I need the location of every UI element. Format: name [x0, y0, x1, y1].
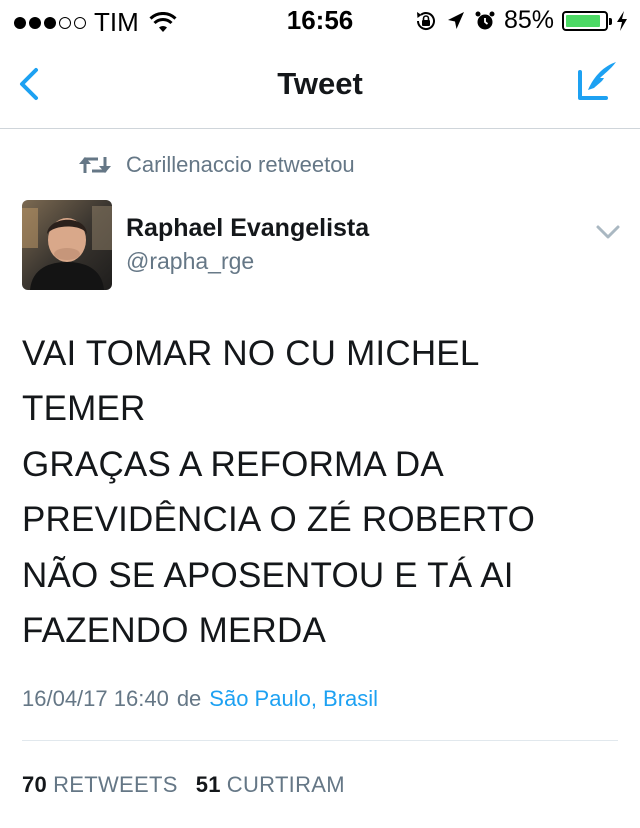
- tweet-line: VAI TOMAR NO CU MICHEL: [22, 334, 480, 373]
- retweet-icon: [79, 157, 111, 173]
- battery-icon: [562, 10, 612, 31]
- tweet-meta: 16/04/17 16:40 de São Paulo, Brasil: [22, 686, 378, 712]
- status-bar: TIM 16:56 85%: [0, 0, 640, 40]
- author-handle[interactable]: @rapha_rge: [126, 248, 254, 275]
- nav-bar: Tweet: [0, 40, 640, 129]
- retweet-context-text: Carillenaccio retweetou: [126, 152, 355, 177]
- battery-percent: 85%: [503, 6, 554, 34]
- author-name[interactable]: Raphael Evangelista: [126, 214, 369, 243]
- rotation-lock-icon: [416, 11, 435, 30]
- battery-fill: [566, 14, 600, 27]
- alarm-icon: [475, 11, 495, 29]
- likes-stat[interactable]: 51 CURTIRAM: [196, 772, 345, 798]
- retweet-context[interactable]: Carillenaccio retweetou: [78, 152, 355, 178]
- status-bar-right: 85%: [414, 6, 628, 35]
- tweet-stats: 70 RETWEETS 51 CURTIRAM: [22, 772, 345, 798]
- tweet-text: VAI TOMAR NO CU MICHEL TEMER GRAÇAS A RE…: [22, 326, 622, 658]
- retweets-count: 70: [22, 772, 48, 797]
- location-arrow-icon: [447, 11, 464, 29]
- retweets-label: RETWEETS: [53, 772, 178, 797]
- tweet-line: PREVIDÊNCIA O ZÉ ROBERTO: [22, 500, 536, 540]
- compose-quill-icon[interactable]: [574, 58, 622, 106]
- page-title: Tweet: [277, 66, 363, 101]
- tweet-line: FAZENDO MERDA: [22, 611, 327, 651]
- likes-count: 51: [195, 772, 221, 797]
- tweet-line: GRAÇAS A REFORMA DA: [22, 444, 444, 484]
- from-label: de: [176, 686, 202, 711]
- tweet-timestamp: 16/04/17 16:40: [22, 686, 169, 711]
- likes-label: CURTIRAM: [226, 772, 345, 797]
- divider: [22, 740, 618, 741]
- retweets-stat[interactable]: 70 RETWEETS: [22, 772, 178, 798]
- avatar[interactable]: [22, 200, 112, 290]
- chevron-down-icon[interactable]: [594, 222, 622, 242]
- tweet-location-link[interactable]: São Paulo, Brasil: [209, 686, 378, 712]
- tweet-line: TEMER: [22, 389, 146, 429]
- tweet-line: NÃO SE APOSENTOU E TÁ AI: [22, 555, 514, 595]
- charging-bolt-icon: [617, 10, 627, 31]
